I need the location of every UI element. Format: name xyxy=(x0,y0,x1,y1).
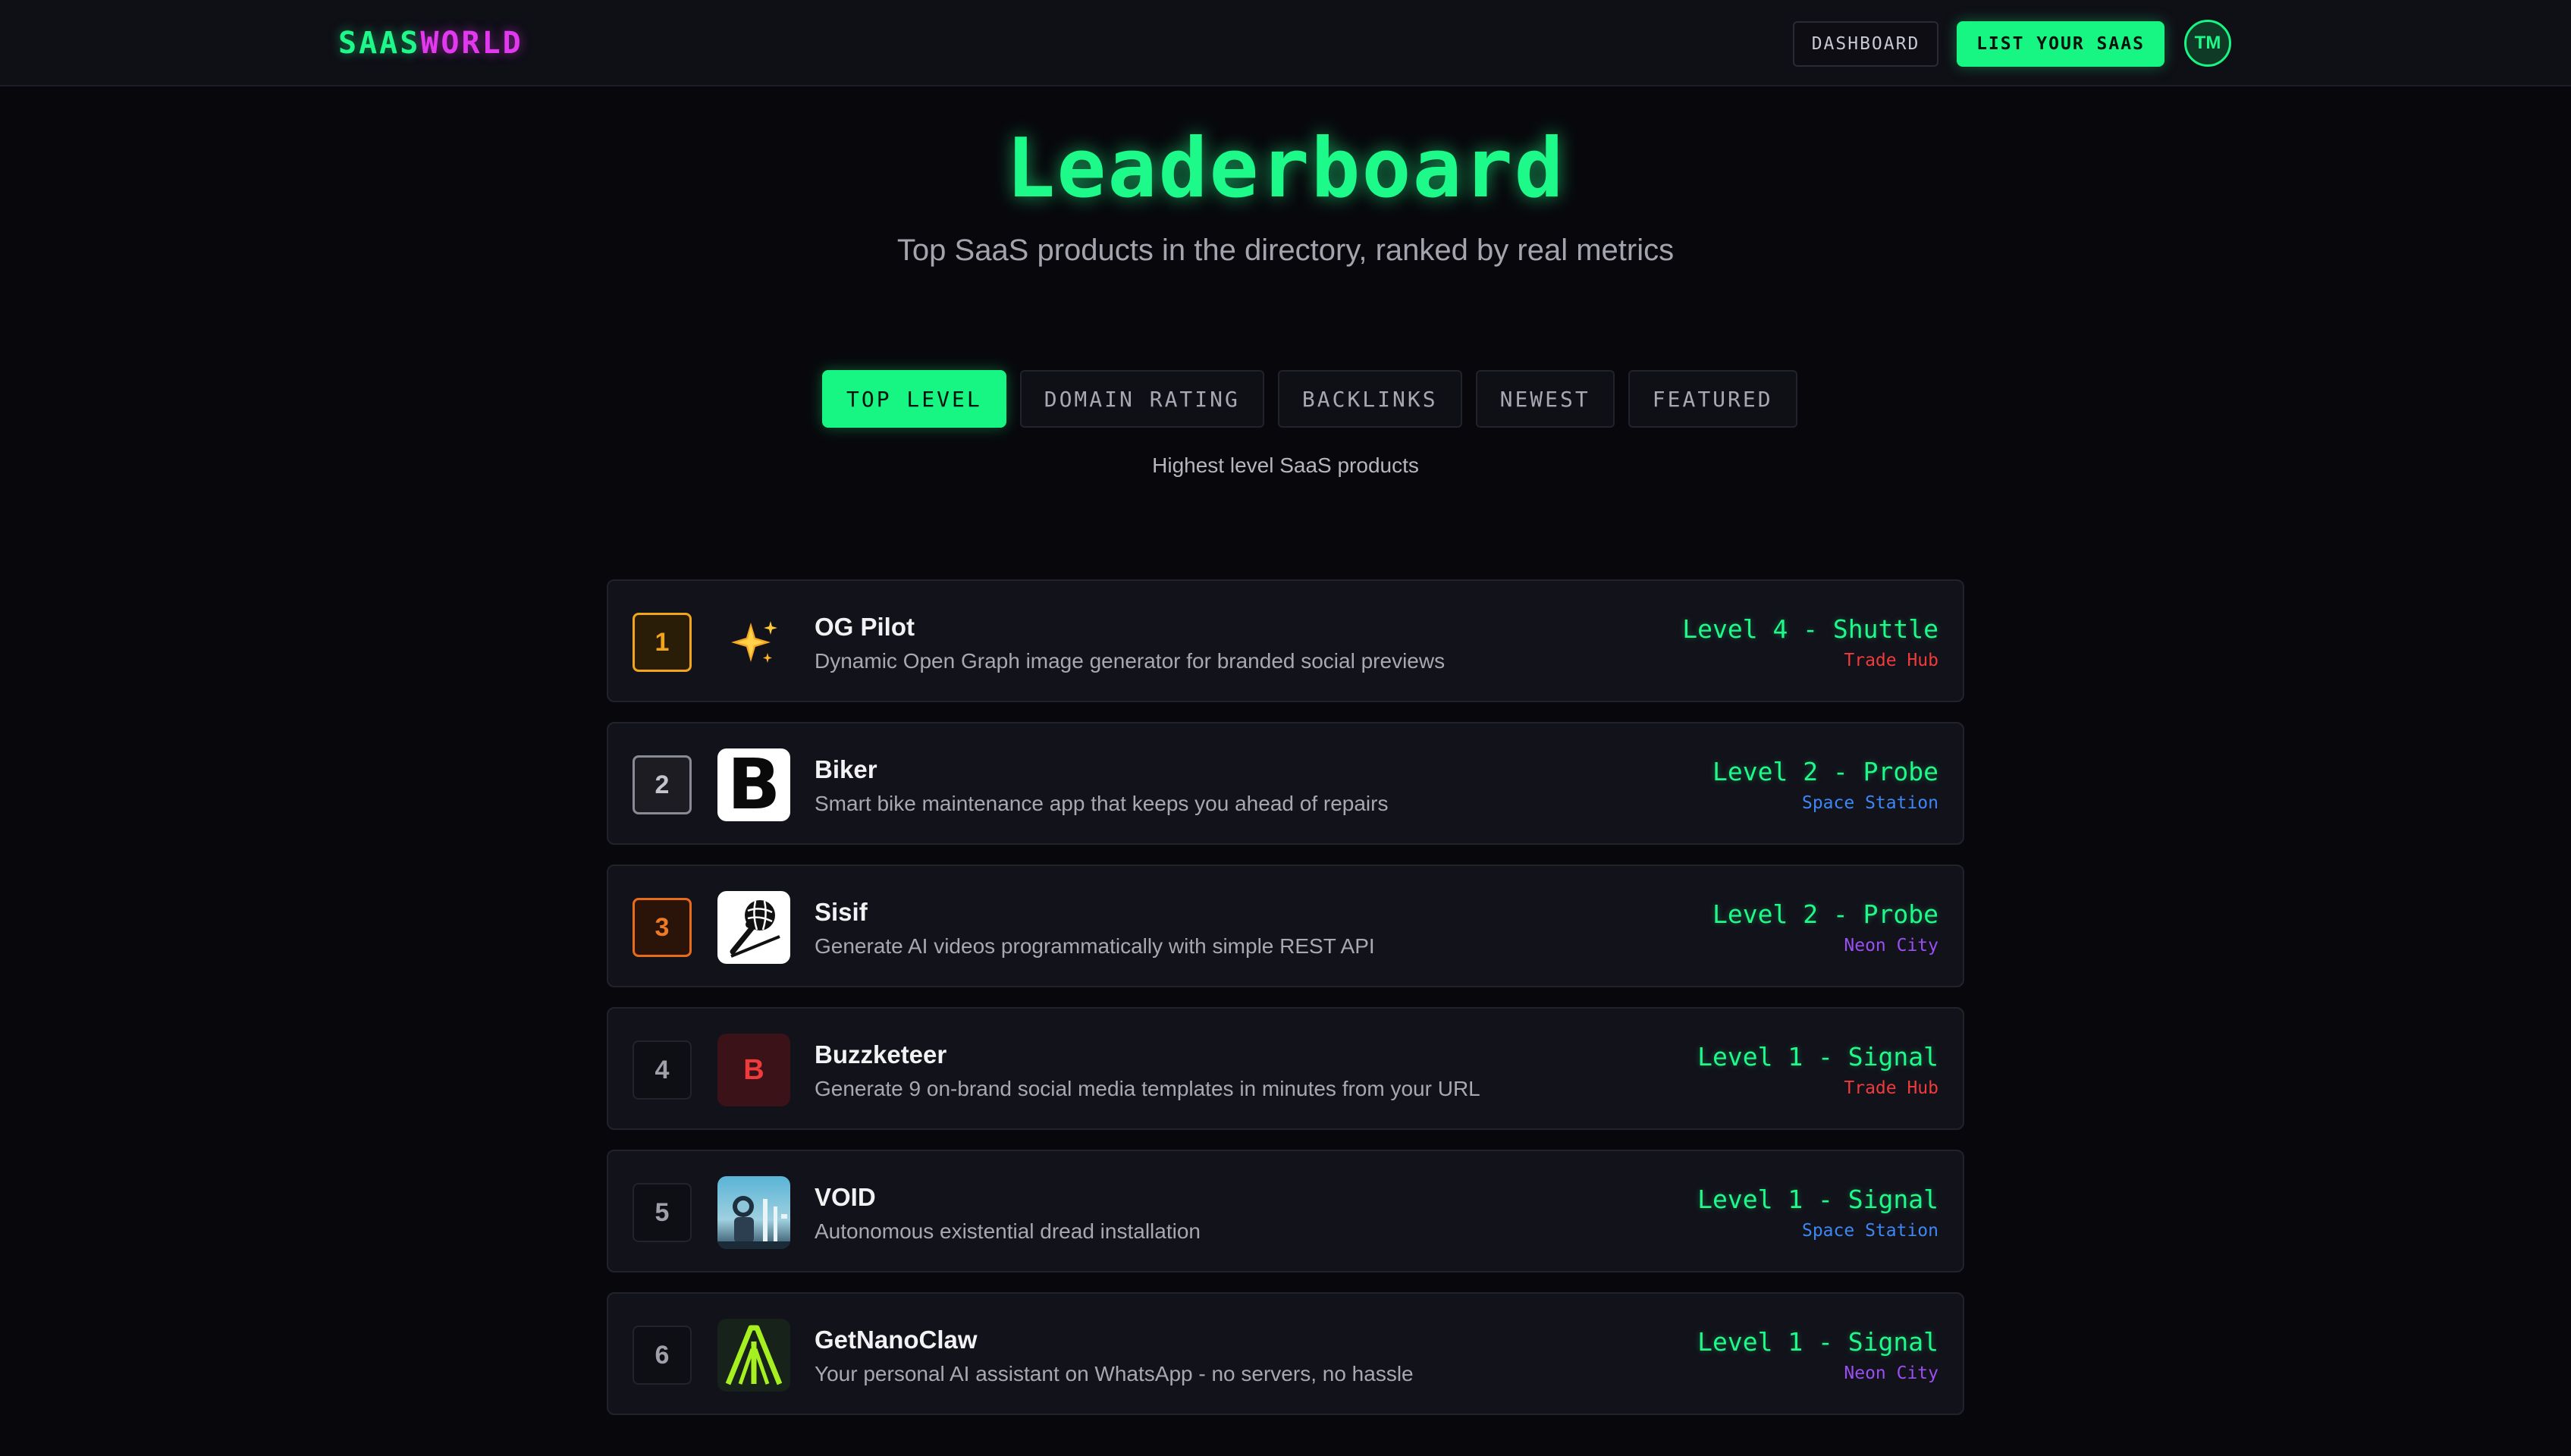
product-description: Smart bike maintenance app that keeps yo… xyxy=(815,792,1389,815)
product-level: Level 2 - Probe xyxy=(1712,899,1938,929)
product-name[interactable]: Buzzketeer xyxy=(815,1040,946,1069)
dashboard-button[interactable]: DASHBOARD xyxy=(1793,21,1938,67)
page-title: Leaderboard xyxy=(1006,121,1565,216)
product-name[interactable]: Sisif xyxy=(815,898,868,927)
product-zone: Trade Hub xyxy=(1844,1078,1938,1098)
top-nav: SAASWORLD DASHBOARD LIST YOUR SAAS TM xyxy=(0,0,2571,86)
product-description: Dynamic Open Graph image generator for b… xyxy=(815,649,1446,673)
leaderboard-list: 1 OG Pilot Dynamic Open Graph image gene… xyxy=(607,579,1964,1435)
product-description: Autonomous existential dread installatio… xyxy=(815,1219,1201,1243)
rank-badge: 4 xyxy=(633,1040,692,1100)
product-zone: Space Station xyxy=(1801,1221,1938,1241)
product-name[interactable]: GetNanoClaw xyxy=(815,1326,978,1354)
tab-newest[interactable]: NEWEST xyxy=(1475,370,1615,428)
buzzketeer-logo: B xyxy=(717,1034,790,1106)
tab-domain-rating[interactable]: DOMAIN RATING xyxy=(1019,370,1264,428)
brand-logo[interactable]: SAASWORLD xyxy=(338,26,523,61)
product-description: Generate AI videos programmatically with… xyxy=(815,934,1375,958)
brand-text-world: WORLD xyxy=(420,26,523,61)
leaderboard-row[interactable]: 5 VOID Autonomous existential dread inst… xyxy=(607,1150,1964,1272)
product-zone: Neon City xyxy=(1844,1363,1938,1383)
leaderboard-row[interactable]: 6 GetNanoClaw Your personal AI assistant… xyxy=(607,1292,1964,1415)
product-level: Level 1 - Signal xyxy=(1697,1327,1938,1357)
user-avatar[interactable]: TM xyxy=(2184,20,2231,67)
sparkles-icon xyxy=(717,606,790,679)
product-name[interactable]: Biker xyxy=(815,755,877,784)
leaderboard-row[interactable]: 3 Sisif Generate AI videos programmatica… xyxy=(607,864,1964,987)
void-astronaut-logo xyxy=(717,1176,790,1249)
product-name[interactable]: OG Pilot xyxy=(815,613,915,642)
leaderboard-row[interactable]: 2 B Biker Smart bike maintenance app tha… xyxy=(607,722,1964,845)
rank-badge: 2 xyxy=(633,755,692,814)
product-level: Level 2 - Probe xyxy=(1712,757,1938,786)
biker-logo: B xyxy=(717,748,790,821)
product-level: Level 1 - Signal xyxy=(1697,1185,1938,1214)
product-description: Your personal AI assistant on WhatsApp -… xyxy=(815,1362,1414,1385)
product-level: Level 1 - Signal xyxy=(1697,1042,1938,1072)
product-level: Level 4 - Shuttle xyxy=(1682,614,1938,644)
product-zone: Trade Hub xyxy=(1844,651,1938,670)
leaderboard-row[interactable]: 4 B Buzzketeer Generate 9 on-brand socia… xyxy=(607,1007,1964,1130)
rank-badge: 1 xyxy=(633,613,692,672)
claw-logo xyxy=(717,1319,790,1392)
tab-backlinks[interactable]: BACKLINKS xyxy=(1277,370,1462,428)
product-name[interactable]: VOID xyxy=(815,1183,876,1212)
tab-featured[interactable]: FEATURED xyxy=(1628,370,1797,428)
tab-description: Highest level SaaS products xyxy=(1152,453,1419,477)
list-your-saas-button[interactable]: LIST YOUR SAAS xyxy=(1957,21,2164,67)
tab-top-level[interactable]: TOP LEVEL xyxy=(822,370,1006,428)
rank-badge: 5 xyxy=(633,1183,692,1242)
brand-text-saas: SAAS xyxy=(338,26,421,61)
logo-letter: B xyxy=(743,1053,764,1086)
product-zone: Space Station xyxy=(1801,793,1938,813)
rank-badge: 3 xyxy=(633,898,692,957)
rank-badge: 6 xyxy=(633,1326,692,1385)
product-description: Generate 9 on-brand social media templat… xyxy=(815,1077,1480,1100)
leaderboard-row[interactable]: 1 OG Pilot Dynamic Open Graph image gene… xyxy=(607,579,1964,702)
product-zone: Neon City xyxy=(1844,936,1938,956)
page-subtitle: Top SaaS products in the directory, rank… xyxy=(896,234,1675,267)
logo-letter: B xyxy=(727,748,781,821)
sisyphus-boulder-logo xyxy=(717,891,790,964)
leaderboard-tabs: TOP LEVEL DOMAIN RATING BACKLINKS NEWEST… xyxy=(822,370,1797,428)
